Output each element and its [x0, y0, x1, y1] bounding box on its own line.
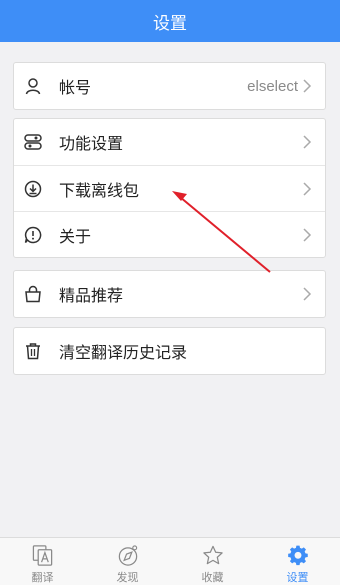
user-icon [24, 77, 42, 95]
star-icon [202, 545, 223, 565]
recommend-row[interactable]: 精品推荐 [14, 271, 325, 317]
page-title: 设置 [153, 13, 187, 34]
gear-icon [287, 545, 308, 566]
clear-history-label: 清空翻译历史记录 [59, 343, 188, 362]
compass-icon [118, 545, 137, 566]
settings-card: 功能设置 下载离线包 关于 [13, 118, 326, 258]
account-row[interactable]: 帐号 elselect [14, 63, 325, 109]
account-card: 帐号 elselect [13, 62, 326, 110]
feature-settings-label: 功能设置 [59, 134, 124, 153]
tab-discover-label: 发现 [116, 571, 139, 584]
recommend-card: 精品推荐 [13, 270, 326, 318]
chevron-right-icon [303, 79, 312, 93]
clear-history-row[interactable]: 清空翻译历史记录 [14, 328, 325, 374]
tab-settings[interactable]: 设置 [255, 538, 340, 585]
about-row[interactable]: 关于 [14, 211, 325, 257]
chevron-right-icon [303, 181, 312, 196]
tab-translate[interactable]: 翻译 [0, 538, 85, 585]
account-label: 帐号 [59, 78, 92, 97]
trash-icon [24, 342, 42, 360]
translate-icon [32, 545, 52, 566]
chevron-right-icon [303, 227, 312, 242]
tab-discover[interactable]: 发现 [85, 538, 170, 585]
clear-history-card: 清空翻译历史记录 [13, 327, 326, 375]
download-icon [24, 180, 42, 198]
offline-package-row[interactable]: 下载离线包 [14, 165, 325, 211]
chevron-right-icon [303, 287, 312, 301]
toggle-settings-icon [24, 133, 42, 151]
feature-settings-row[interactable]: 功能设置 [14, 119, 325, 165]
account-value: elselect [247, 77, 298, 95]
shopping-bag-icon [24, 285, 42, 303]
info-icon [24, 226, 42, 244]
title-bar: 设置 [0, 0, 340, 42]
chevron-right-icon [303, 135, 312, 149]
tab-favorites[interactable]: 收藏 [170, 538, 255, 585]
tab-translate-label: 翻译 [31, 571, 54, 584]
offline-package-label: 下载离线包 [59, 180, 140, 200]
tab-settings-label: 设置 [286, 571, 309, 584]
about-label: 关于 [59, 226, 92, 246]
tab-favorites-label: 收藏 [201, 571, 224, 584]
recommend-label: 精品推荐 [59, 286, 124, 305]
bottom-tab-bar: 翻译 发现 收藏 设置 [0, 537, 340, 585]
